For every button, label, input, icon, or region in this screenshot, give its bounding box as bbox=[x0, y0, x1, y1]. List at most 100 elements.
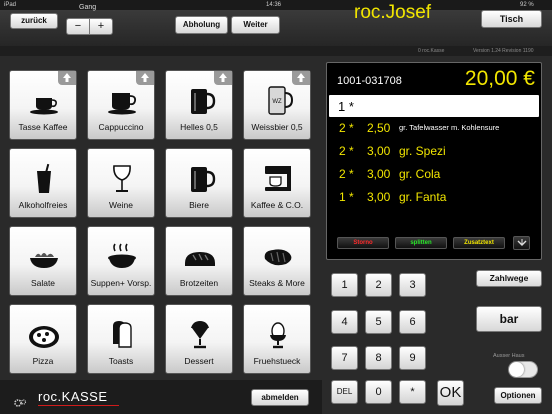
digit-key[interactable]: 0 bbox=[365, 380, 392, 404]
gang-minus-button[interactable]: − bbox=[66, 18, 90, 35]
product-tile[interactable]: Fruehstueck bbox=[243, 304, 311, 374]
table-button[interactable]: Tisch bbox=[481, 10, 542, 28]
soft-drink-glass-icon bbox=[37, 163, 51, 193]
pickup-button[interactable]: Abholung bbox=[175, 16, 228, 34]
product-tile[interactable]: Tasse Kaffee bbox=[9, 70, 77, 140]
product-tile-label: Toasts bbox=[108, 356, 134, 366]
product-tile[interactable]: WZ Weissbier 0,5 bbox=[243, 70, 311, 140]
order-price: 3,00 bbox=[367, 190, 391, 204]
version-info: Version 1.24 Revision 1190 bbox=[473, 48, 534, 54]
product-tile[interactable]: Alkoholfreies bbox=[9, 148, 77, 218]
product-tile[interactable]: Weine bbox=[87, 148, 155, 218]
soup-bowl-icon bbox=[108, 243, 136, 268]
toggle-knob bbox=[509, 362, 524, 377]
digit-key[interactable]: 5 bbox=[365, 310, 392, 334]
wine-glass-icon bbox=[113, 165, 131, 192]
info-strip: 0 roc.Kasse Version 1.24 Revision 1190 bbox=[0, 46, 552, 56]
wheat-beer-mug-icon: WZ bbox=[268, 86, 294, 115]
digit-key[interactable]: 7 bbox=[331, 346, 358, 370]
product-tile-label: Cappuccino bbox=[98, 122, 144, 132]
digit-key[interactable]: 2 bbox=[365, 273, 392, 297]
product-tile[interactable]: Kaffee & C.O. bbox=[243, 148, 311, 218]
salad-bowl-icon bbox=[30, 253, 58, 268]
gang-plus-button[interactable]: + bbox=[89, 18, 113, 35]
product-tile-label: Salate bbox=[30, 278, 56, 288]
options-button[interactable]: Optionen bbox=[494, 387, 542, 404]
product-tile[interactable]: Brotzeiten bbox=[165, 226, 233, 296]
product-tile[interactable]: Suppen+ Vorsp. bbox=[87, 226, 155, 296]
ok-button[interactable]: OK bbox=[437, 380, 464, 406]
product-tile-label: Steaks & More bbox=[249, 278, 305, 288]
gear-icon[interactable] bbox=[13, 395, 27, 413]
order-row[interactable]: 2 * 3,00 gr. Cola bbox=[339, 167, 535, 183]
input-value: 1 * bbox=[338, 99, 354, 114]
extra-text-button[interactable]: Zusatztext bbox=[453, 237, 505, 249]
order-row[interactable]: 2 * 3,00 gr. Spezi bbox=[339, 144, 535, 160]
split-button[interactable]: splitten bbox=[395, 237, 447, 249]
app-info: 0 roc.Kasse bbox=[418, 48, 445, 54]
product-tile[interactable]: Biere bbox=[165, 148, 233, 218]
outside-toggle[interactable] bbox=[508, 361, 538, 378]
arrow-up-icon bbox=[63, 73, 71, 82]
product-tile-label: Fruehstueck bbox=[253, 356, 301, 366]
order-total: 20,00 € bbox=[464, 67, 535, 90]
digit-key[interactable]: 8 bbox=[365, 346, 392, 370]
order-row[interactable]: 2 * 2,50 gr. Tafelwasser m. Kohlensure bbox=[339, 121, 535, 137]
order-item-name: gr. Fanta bbox=[399, 190, 447, 204]
expand-button[interactable] bbox=[513, 236, 530, 250]
svg-text:WZ: WZ bbox=[272, 99, 282, 105]
product-tile[interactable]: Helles 0,5 bbox=[165, 70, 233, 140]
coffee-cup-icon bbox=[30, 98, 58, 115]
order-price: 3,00 bbox=[367, 167, 391, 181]
digit-key[interactable]: 4 bbox=[331, 310, 358, 334]
product-tile-label: Dessert bbox=[184, 356, 214, 366]
storno-button[interactable]: Storno bbox=[337, 237, 389, 249]
product-tile[interactable]: Cappuccino bbox=[87, 70, 155, 140]
order-qty: 2 * bbox=[339, 121, 354, 135]
digit-key[interactable]: 3 bbox=[399, 273, 426, 297]
arrow-up-icon bbox=[141, 73, 149, 82]
product-tile-label: Helles 0,5 bbox=[180, 122, 218, 132]
app-logo: roc.KASSE bbox=[38, 389, 108, 404]
order-number: 1001-031708 bbox=[337, 75, 402, 87]
product-tile-label: Weissbier 0,5 bbox=[251, 122, 303, 132]
beer-mug-icon bbox=[191, 89, 216, 114]
order-item-name: gr. Tafelwasser m. Kohlensure bbox=[399, 123, 500, 132]
delete-key[interactable]: DEL bbox=[331, 380, 358, 404]
expand-tab[interactable] bbox=[214, 71, 232, 85]
digit-key[interactable]: 6 bbox=[399, 310, 426, 334]
order-qty: 2 * bbox=[339, 167, 354, 181]
product-tile-label: Kaffee & C.O. bbox=[250, 200, 304, 210]
product-tile[interactable]: Dessert bbox=[165, 304, 233, 374]
next-button[interactable]: Weiter bbox=[231, 16, 280, 34]
product-tile[interactable]: Steaks & More bbox=[243, 226, 311, 296]
clock: 14:36 bbox=[266, 2, 282, 8]
product-tile[interactable]: Toasts bbox=[87, 304, 155, 374]
product-tile[interactable]: Pizza bbox=[9, 304, 77, 374]
multiply-key[interactable]: * bbox=[399, 380, 426, 404]
outside-label: Ausser Haus bbox=[493, 353, 525, 359]
logo-underline bbox=[38, 405, 119, 406]
steak-icon bbox=[264, 249, 292, 266]
chevron-down-icon bbox=[517, 239, 526, 246]
user-name: roc.Josef bbox=[354, 2, 432, 23]
logout-button[interactable]: abmelden bbox=[251, 389, 309, 406]
toast-icon bbox=[113, 321, 132, 348]
expand-tab[interactable] bbox=[58, 71, 76, 85]
egg-cup-icon bbox=[270, 322, 286, 349]
order-row[interactable]: 1 * 3,00 gr. Fanta bbox=[339, 190, 535, 206]
expand-tab[interactable] bbox=[136, 71, 154, 85]
order-qty: 1 * bbox=[339, 190, 354, 204]
expand-tab[interactable] bbox=[292, 71, 310, 85]
back-button[interactable]: zurück bbox=[10, 13, 58, 29]
product-tile-label: Biere bbox=[189, 200, 209, 210]
digit-key[interactable]: 1 bbox=[331, 273, 358, 297]
product-tile[interactable]: Salate bbox=[9, 226, 77, 296]
order-price: 3,00 bbox=[367, 144, 391, 158]
order-qty: 2 * bbox=[339, 144, 354, 158]
arrow-up-icon bbox=[219, 73, 227, 82]
payways-button[interactable]: Zahlwege bbox=[476, 270, 542, 287]
cash-button[interactable]: bar bbox=[476, 306, 542, 332]
digit-key[interactable]: 9 bbox=[399, 346, 426, 370]
order-display: 1001-031708 20,00 € 1 * 2 * 2,50 gr. Tafel… bbox=[326, 62, 542, 260]
